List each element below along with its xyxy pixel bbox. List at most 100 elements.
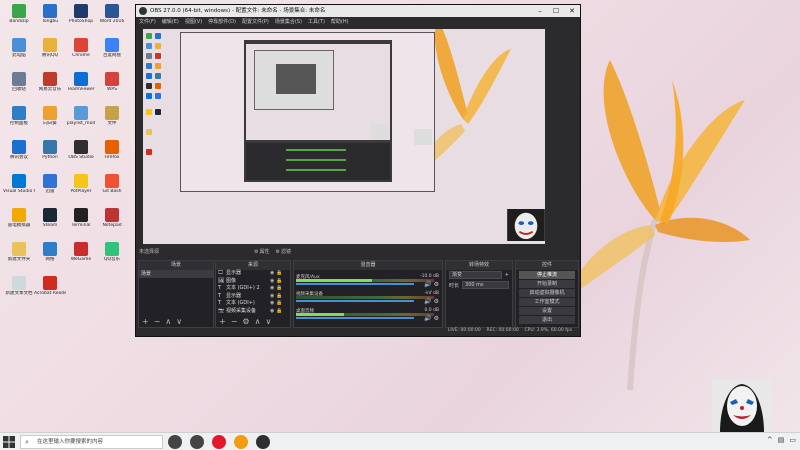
eye-icon[interactable]: ◉ xyxy=(270,270,274,276)
desktop-icon[interactable]: Bandizip xyxy=(3,4,35,36)
menu-help[interactable]: 帮助(H) xyxy=(331,17,349,27)
volume-slider[interactable] xyxy=(296,300,414,302)
desktop-icon[interactable]: WPS xyxy=(96,72,128,104)
taskbar-search-input[interactable]: ⌕ 在这里输入你要搜索的内容 xyxy=(20,435,163,449)
add-icon[interactable]: + xyxy=(219,318,226,326)
lock-icon[interactable]: 🔒 xyxy=(276,293,282,299)
desktop-icon[interactable]: 百度网盘 xyxy=(96,38,128,70)
add-icon[interactable]: + xyxy=(142,318,149,326)
start-recording-button[interactable]: 开始录制 xyxy=(519,280,575,288)
desktop-icon[interactable]: Acrobat Reader xyxy=(34,276,66,308)
duration-input[interactable]: 300 ms xyxy=(462,281,509,289)
studio-mode-button[interactable]: 工作室模式 xyxy=(519,298,575,306)
eye-icon[interactable]: ◉ xyxy=(270,278,274,284)
remove-icon[interactable]: − xyxy=(231,318,238,326)
menu-profile[interactable]: 配置文件(P) xyxy=(242,17,269,27)
scene-item[interactable]: 场景 xyxy=(139,270,213,278)
source-item[interactable]: 🖼 图像 ◉ 🔒 xyxy=(216,278,290,286)
desktop-icon[interactable]: Terminal xyxy=(65,208,97,240)
menu-scene-collection[interactable]: 场景集合(S) xyxy=(275,17,302,27)
lock-icon[interactable]: 🔒 xyxy=(276,285,282,291)
lock-icon[interactable]: 🔒 xyxy=(276,308,282,314)
obs-preview-canvas[interactable] xyxy=(143,29,545,244)
eye-icon[interactable]: ◉ xyxy=(270,285,274,291)
add-transition-icon[interactable]: + xyxy=(505,272,509,278)
gear-icon[interactable]: ⚙ xyxy=(242,318,249,326)
source-item[interactable]: T 显示器 ◉ 🔒 xyxy=(216,293,290,301)
gear-icon[interactable]: ⚙ xyxy=(434,298,439,305)
desktop-icon[interactable]: 新建文本文档 xyxy=(3,276,35,308)
desktop-icon[interactable]: 雷电模拟器 xyxy=(3,208,35,240)
desktop-icon[interactable]: 网络 xyxy=(34,242,66,274)
menu-file[interactable]: 文件(F) xyxy=(139,17,156,27)
speaker-icon[interactable]: 🔊 xyxy=(424,315,431,322)
desktop-icon[interactable]: Steam xyxy=(34,208,66,240)
speaker-icon[interactable]: 🔊 xyxy=(424,281,431,288)
speaker-icon[interactable]: 🔊 xyxy=(424,298,431,305)
settings-button[interactable]: 设置 xyxy=(519,307,575,315)
desktop-icon[interactable]: QQ音乐 xyxy=(96,242,128,274)
obs-icon[interactable] xyxy=(256,435,270,449)
desktop-icon[interactable]: 腾讯会议 xyxy=(3,140,35,172)
stop-streaming-button[interactable]: 停止推流 xyxy=(519,271,575,279)
lock-icon[interactable]: 🔒 xyxy=(276,270,282,276)
move-up-icon[interactable]: ∧ xyxy=(255,318,261,326)
start-virtual-camera-button[interactable]: 启动虚拟摄像机 xyxy=(519,289,575,297)
desktop-icon[interactable]: PhotoShop xyxy=(65,4,97,36)
desktop-icon[interactable]: TeamViewer xyxy=(65,72,97,104)
source-item[interactable]: 📷 视频采集设备 ◉ 🔒 xyxy=(216,308,290,316)
source-item[interactable]: T 文本 (GDI+) ◉ 🔒 xyxy=(216,300,290,308)
desktop-icon[interactable]: Word 2016 xyxy=(96,4,128,36)
menu-docks[interactable]: 停靠部件(D) xyxy=(208,17,236,27)
maximize-icon[interactable]: ☐ xyxy=(548,5,564,17)
desktop-icon[interactable]: WeGame xyxy=(65,242,97,274)
desktop-icon[interactable]: Chrome xyxy=(65,38,97,70)
eye-icon[interactable]: ◉ xyxy=(270,293,274,299)
desktop-icon[interactable]: 文件 xyxy=(96,106,128,138)
task-view-icon[interactable] xyxy=(190,435,204,449)
move-down-icon[interactable]: ∨ xyxy=(265,318,271,326)
desktop-icon[interactable]: Tongbu xyxy=(34,4,66,36)
desktop-icon[interactable]: 迅雷 xyxy=(34,174,66,206)
minimize-icon[interactable]: – xyxy=(532,5,548,17)
windows-start-icon[interactable] xyxy=(3,436,15,448)
desktop-icon[interactable]: 网易云音乐 xyxy=(34,72,66,104)
filters-button[interactable]: 滤镜 xyxy=(276,246,291,259)
desktop-icon[interactable]: 此电脑 xyxy=(3,38,35,70)
move-down-icon[interactable]: ∨ xyxy=(176,318,182,326)
desktop-icon[interactable]: Firefox xyxy=(96,140,128,172)
source-item[interactable]: T 文本 (GDI+) 2 ◉ 🔒 xyxy=(216,285,290,293)
chevron-up-icon[interactable]: ^ xyxy=(767,436,773,444)
cortana-icon[interactable] xyxy=(168,435,182,449)
desktop-icon[interactable]: 回收站 xyxy=(3,72,35,104)
desktop-icon[interactable]: Visual Studio Code xyxy=(3,174,35,206)
transition-select[interactable]: 渐变 xyxy=(449,271,502,279)
menu-edit[interactable]: 编辑(E) xyxy=(162,17,179,27)
notification-icon[interactable]: ▭ xyxy=(789,436,796,444)
desktop-icon[interactable]: 腾讯QQ xyxy=(34,38,66,70)
desktop-icon[interactable]: Python xyxy=(34,140,66,172)
desktop-icon[interactable]: playlist_mod xyxy=(65,106,97,138)
lock-icon[interactable]: 🔒 xyxy=(276,300,282,306)
desktop-icon[interactable]: 控制面板 xyxy=(3,106,35,138)
weibo-icon[interactable] xyxy=(212,435,226,449)
desktop-icon[interactable]: OBS Studio xyxy=(65,140,97,172)
gear-icon[interactable]: ⚙ xyxy=(434,315,439,322)
lock-icon[interactable]: 🔒 xyxy=(276,278,282,284)
browser-icon[interactable] xyxy=(234,435,248,449)
desktop-icon[interactable]: 新建文件夹 xyxy=(3,242,35,274)
source-item[interactable]: 🖵 显示器 ◉ 🔒 xyxy=(216,270,290,278)
obs-title-bar[interactable]: OBS 27.0.0 (64-bit, windows) - 配置文件: 未命名… xyxy=(136,5,580,17)
remove-icon[interactable]: − xyxy=(154,318,161,326)
desktop-icon[interactable]: Git Bash xyxy=(96,174,128,206)
move-up-icon[interactable]: ∧ xyxy=(165,318,171,326)
eye-icon[interactable]: ◉ xyxy=(270,308,274,314)
desktop-icon[interactable]: PotPlayer xyxy=(65,174,97,206)
desktop-icon[interactable]: Notepad xyxy=(96,208,128,240)
exit-button[interactable]: 退出 xyxy=(519,316,575,324)
eye-icon[interactable]: ◉ xyxy=(270,300,274,306)
menu-tools[interactable]: 工具(T) xyxy=(308,17,325,27)
close-icon[interactable]: ✕ xyxy=(564,5,580,17)
volume-slider[interactable] xyxy=(296,317,414,319)
volume-slider[interactable] xyxy=(296,283,414,285)
